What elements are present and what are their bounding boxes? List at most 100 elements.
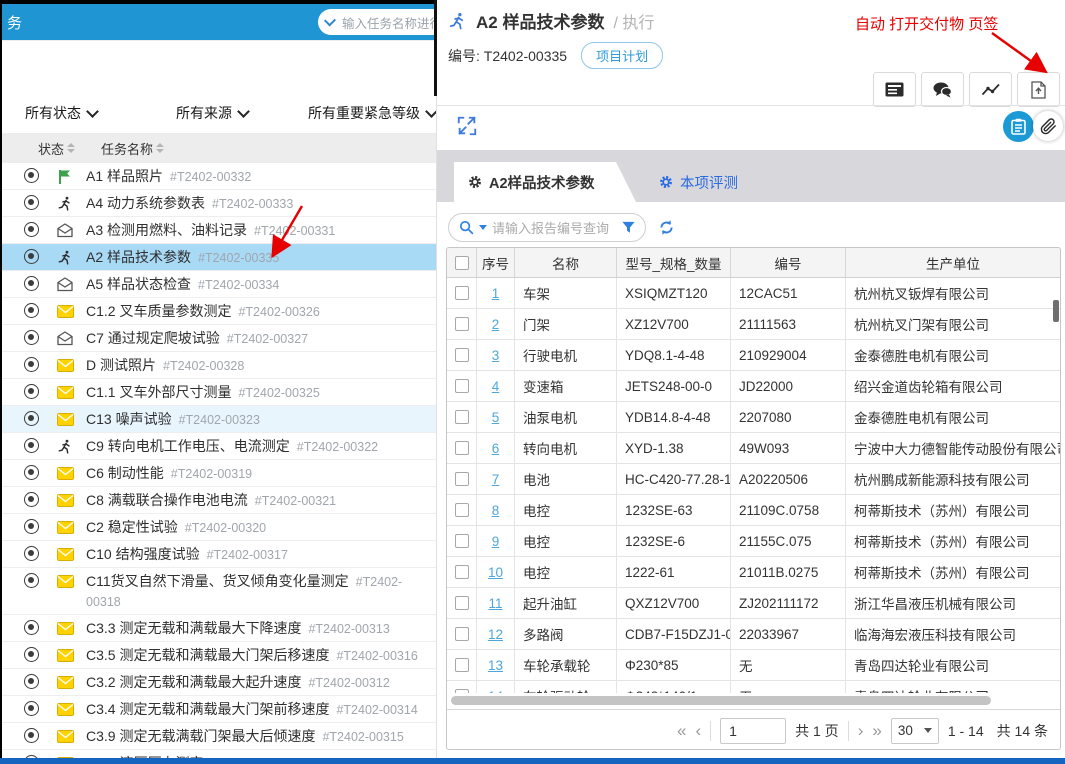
row-checkbox[interactable] bbox=[454, 658, 469, 672]
task-list-item[interactable]: C7 通过规定爬坡试验 #T2402-00327 bbox=[0, 325, 436, 352]
task-list-item[interactable]: C6 制动性能 #T2402-00319 bbox=[0, 460, 436, 487]
row-number-link[interactable]: 10 bbox=[488, 565, 503, 580]
radio-selected-icon[interactable] bbox=[24, 546, 39, 561]
row-number-link[interactable]: 6 bbox=[492, 441, 500, 456]
radio-selected-icon[interactable] bbox=[24, 492, 39, 507]
report-list-button[interactable] bbox=[1003, 111, 1034, 142]
radio-selected-icon[interactable] bbox=[24, 384, 39, 399]
task-list-item[interactable]: C11货叉自然下滑量、货叉倾角变化量测定 #T2402-00318 bbox=[0, 568, 436, 615]
radio-selected-icon[interactable] bbox=[24, 222, 39, 237]
row-number-link[interactable]: 9 bbox=[492, 534, 500, 549]
radio-selected-icon[interactable] bbox=[24, 357, 39, 372]
radio-selected-icon[interactable] bbox=[24, 620, 39, 635]
row-checkbox[interactable] bbox=[454, 565, 469, 579]
last-page-button[interactable]: » bbox=[872, 722, 881, 739]
chevron-down-icon[interactable] bbox=[323, 13, 336, 27]
attachment-button[interactable] bbox=[1033, 111, 1063, 141]
row-number-link[interactable]: 1 bbox=[492, 286, 500, 301]
row-checkbox[interactable] bbox=[454, 317, 469, 331]
row-number-link[interactable]: 13 bbox=[488, 658, 503, 673]
task-list-item[interactable]: C8 满载联合操作电池电流 #T2402-00321 bbox=[0, 487, 436, 514]
task-list-item[interactable]: C2 稳定性试验 #T2402-00320 bbox=[0, 514, 436, 541]
task-list-item[interactable]: C10 结构强度试验 #T2402-00317 bbox=[0, 541, 436, 568]
task-list-item[interactable]: C9 转向电机工作电压、电流测定 #T2402-00322 bbox=[0, 433, 436, 460]
refresh-icon[interactable] bbox=[658, 219, 675, 236]
radio-selected-icon[interactable] bbox=[24, 519, 39, 534]
radio-selected-icon[interactable] bbox=[24, 303, 39, 318]
radio-selected-icon[interactable] bbox=[24, 168, 39, 183]
row-number-link[interactable]: 2 bbox=[492, 317, 500, 332]
task-list-item[interactable]: A3 检测用燃料、油料记录 #T2402-00331 bbox=[0, 217, 436, 244]
tab-evaluation[interactable]: 本项评测 bbox=[659, 162, 738, 202]
task-list-item[interactable]: A5 样品状态检查 #T2402-00334 bbox=[0, 271, 436, 298]
row-number-link[interactable]: 4 bbox=[492, 379, 500, 394]
radio-selected-icon[interactable] bbox=[24, 249, 39, 264]
sort-icon[interactable] bbox=[156, 143, 165, 153]
row-checkbox[interactable] bbox=[454, 410, 469, 424]
priority-filter-dropdown[interactable]: 所有重要紧急等级 bbox=[308, 103, 436, 123]
row-checkbox[interactable] bbox=[454, 441, 469, 455]
radio-selected-icon[interactable] bbox=[24, 647, 39, 662]
task-list-item[interactable]: C1.1 叉车外部尺寸测量 #T2402-00325 bbox=[0, 379, 436, 406]
radio-selected-icon[interactable] bbox=[24, 728, 39, 743]
task-list-item[interactable]: C1.2 叉车质量参数测定 #T2402-00326 bbox=[0, 298, 436, 325]
row-checkbox[interactable] bbox=[454, 472, 469, 486]
sort-icon[interactable] bbox=[67, 143, 76, 153]
radio-selected-icon[interactable] bbox=[24, 674, 39, 689]
source-filter-dropdown[interactable]: 所有来源 bbox=[176, 103, 250, 123]
row-checkbox[interactable] bbox=[454, 379, 469, 393]
radio-selected-icon[interactable] bbox=[24, 701, 39, 716]
row-number-link[interactable]: 11 bbox=[488, 596, 502, 611]
row-number-link[interactable]: 7 bbox=[492, 472, 500, 487]
comments-button[interactable] bbox=[921, 72, 964, 107]
radio-selected-icon[interactable] bbox=[24, 330, 39, 345]
radio-selected-icon[interactable] bbox=[24, 276, 39, 291]
task-list-item[interactable]: C3.5 测定无载和满载最大门架后移速度 #T2402-00316 bbox=[0, 642, 436, 669]
report-search-input[interactable]: 请输入报告编号查询 bbox=[448, 213, 646, 242]
status-filter-dropdown[interactable]: 所有状态 bbox=[25, 103, 99, 123]
task-list-item[interactable]: C3.2 测定无载和满载最大起升速度 #T2402-00312 bbox=[0, 669, 436, 696]
row-checkbox[interactable] bbox=[454, 534, 469, 548]
task-list-item[interactable]: C3.9 测定无载满载门架最大后倾速度 #T2402-00315 bbox=[0, 723, 436, 750]
row-checkbox[interactable] bbox=[454, 596, 469, 610]
row-checkbox[interactable] bbox=[454, 503, 469, 517]
first-page-button[interactable]: « bbox=[677, 722, 686, 739]
form-view-button[interactable] bbox=[873, 72, 916, 107]
task-list-item[interactable]: C3.4 测定无载和满载最大门架前移速度 #T2402-00314 bbox=[0, 696, 436, 723]
page-size-select[interactable]: 30 bbox=[890, 717, 939, 744]
radio-selected-icon[interactable] bbox=[24, 411, 39, 426]
filter-funnel-icon[interactable] bbox=[622, 221, 635, 234]
page-number-input[interactable] bbox=[720, 717, 787, 744]
project-plan-badge[interactable]: 项目计划 bbox=[581, 42, 664, 69]
task-list-item[interactable]: C3.3 测定无载和满载最大下降速度 #T2402-00313 bbox=[0, 615, 436, 642]
task-list-item[interactable]: A4 动力系统参数表 #T2402-00333 bbox=[0, 190, 436, 217]
trend-button[interactable] bbox=[969, 72, 1012, 107]
task-list-item[interactable]: A2 样品技术参数 #T2402-00335 bbox=[0, 244, 436, 271]
expand-icon[interactable] bbox=[456, 115, 478, 137]
row-number-link[interactable]: 12 bbox=[488, 627, 503, 642]
radio-selected-icon[interactable] bbox=[24, 195, 39, 210]
row-checkbox[interactable] bbox=[454, 348, 469, 362]
row-number-link[interactable]: 8 bbox=[492, 503, 500, 518]
status-column-sort[interactable]: 状态 bbox=[38, 139, 76, 158]
next-page-button[interactable]: › bbox=[858, 722, 864, 739]
radio-selected-icon[interactable] bbox=[24, 438, 39, 453]
vertical-scrollbar-thumb[interactable] bbox=[1053, 300, 1059, 322]
name-column-sort[interactable]: 任务名称 bbox=[101, 139, 165, 158]
task-list-item[interactable]: A1 样品照片 #T2402-00332 bbox=[0, 163, 436, 190]
tab-sample-parameters[interactable]: A2样品技术参数 bbox=[454, 162, 636, 202]
prev-page-button[interactable]: ‹ bbox=[695, 722, 701, 739]
row-number-link[interactable]: 3 bbox=[492, 348, 500, 363]
radio-selected-icon[interactable] bbox=[24, 465, 39, 480]
radio-selected-icon[interactable] bbox=[24, 573, 39, 588]
task-search-input[interactable]: 输入任务名称进行 bbox=[318, 9, 436, 35]
horizontal-scrollbar-thumb[interactable] bbox=[451, 696, 991, 705]
row-number-link[interactable]: 5 bbox=[492, 410, 500, 425]
task-list-item[interactable]: C3.1 液压压力测定#T2402-00311 bbox=[0, 750, 436, 758]
task-list-item[interactable]: D 测试照片 #T2402-00328 bbox=[0, 352, 436, 379]
task-list-item[interactable]: C13 噪声试验 #T2402-00323 bbox=[0, 406, 436, 433]
deliverable-upload-button[interactable] bbox=[1017, 72, 1060, 107]
select-all-checkbox[interactable] bbox=[454, 255, 469, 270]
row-checkbox[interactable] bbox=[454, 286, 469, 300]
row-checkbox[interactable] bbox=[454, 627, 469, 641]
